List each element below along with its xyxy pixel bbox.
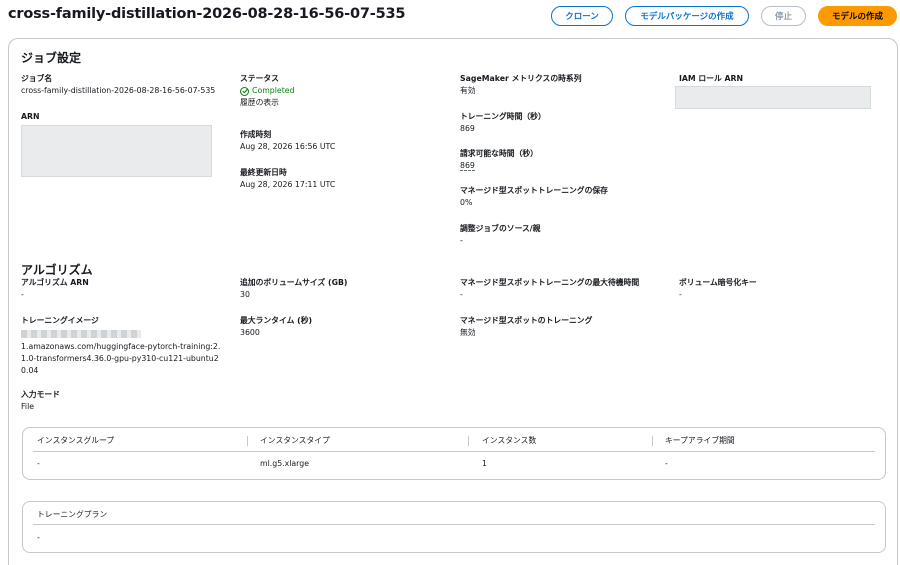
updated-label: 最終更新日時: [240, 168, 287, 177]
arn-field: ARN: [21, 111, 40, 123]
job-settings-title: ジョブ設定: [21, 51, 82, 65]
volume-key-value: -: [679, 290, 682, 299]
create-model-button[interactable]: モデルの作成: [818, 6, 897, 26]
algorithm-arn-field: アルゴリズム ARN -: [21, 277, 89, 301]
instance-group-header: インスタンスグループ: [37, 436, 115, 445]
instance-group-cell: -: [37, 459, 40, 468]
iam-role-redacted-value: [675, 86, 871, 109]
input-mode-field: 入力モード File: [21, 389, 60, 413]
table-header-divider: [33, 524, 875, 525]
status-value: Completed: [240, 85, 295, 97]
volume-size-value: 30: [240, 290, 250, 299]
algorithm-arn-label: アルゴリズム ARN: [21, 278, 89, 287]
instance-type-header: インスタンスタイプ: [260, 436, 330, 445]
column-divider: [468, 436, 469, 446]
max-runtime-value: 3600: [240, 328, 260, 337]
column-divider: [652, 436, 653, 446]
algorithm-title: アルゴリズム: [21, 263, 93, 277]
algorithm-arn-value: -: [21, 290, 24, 299]
arn-label: ARN: [21, 112, 40, 121]
metrics-field: SageMaker メトリクスの時系列 有効: [460, 73, 582, 97]
spot-savings-label: マネージド型スポットトレーニングの保存: [460, 186, 608, 195]
volume-size-label: 追加のボリュームサイズ (GB): [240, 278, 348, 287]
training-time-label: トレーニング時間（秒）: [460, 112, 546, 121]
instance-table: インスタンスグループ インスタンスタイプ インスタンス数 キープアライブ期間 -…: [22, 427, 886, 480]
billable-time-field: 請求可能な時間（秒） 869: [460, 148, 538, 172]
table-header-divider: [33, 451, 875, 452]
tuning-source-label: 調整ジョブのソース/親: [460, 224, 541, 233]
spot-wait-label: マネージド型スポットトレーニングの最大待機時間: [460, 278, 640, 287]
updated-value: Aug 28, 2026 17:11 UTC: [240, 180, 336, 189]
job-name-field: ジョブ名 cross-family-distillation-2026-08-2…: [21, 73, 215, 97]
spot-wait-value: -: [460, 290, 463, 299]
metrics-label: SageMaker メトリクスの時系列: [460, 74, 582, 83]
billable-time-value: 869: [460, 160, 538, 172]
created-label: 作成時刻: [240, 130, 272, 139]
training-image-field: トレーニングイメージ 1.amazonaws.com/huggingface-p…: [21, 315, 221, 377]
training-image-label: トレーニングイメージ: [21, 316, 99, 325]
tuning-source-field: 調整ジョブのソース/親 -: [460, 223, 540, 247]
billable-time-label: 請求可能な時間（秒）: [460, 149, 538, 158]
page-title: cross-family-distillation-2026-08-28-16-…: [8, 6, 406, 22]
iam-role-field: IAM ロール ARN: [679, 73, 743, 85]
clone-button[interactable]: クローン: [551, 6, 613, 26]
create-model-package-button[interactable]: モデルパッケージの作成: [625, 6, 749, 26]
instance-count-header: インスタンス数: [482, 436, 537, 445]
max-runtime-field: 最大ランタイム (秒) 3600: [240, 315, 312, 339]
training-image-value: 1.amazonaws.com/huggingface-pytorch-trai…: [21, 342, 221, 375]
instance-count-cell: 1: [482, 459, 487, 468]
training-plan-header: トレーニングプラン: [37, 510, 108, 519]
job-details-panel: ジョブ設定 ジョブ名 cross-family-distillation-202…: [8, 38, 898, 565]
billable-time-text: 869: [460, 161, 475, 171]
job-name-label: ジョブ名: [21, 74, 53, 83]
created-value: Aug 28, 2026 16:56 UTC: [240, 142, 336, 151]
keep-alive-cell: -: [665, 459, 668, 468]
tuning-source-value: -: [460, 236, 463, 245]
instance-type-cell: ml.g5.xlarge: [260, 459, 310, 468]
status-text: Completed: [252, 86, 295, 95]
spot-training-field: マネージド型スポットのトレーニング 無効: [460, 315, 592, 339]
spot-wait-field: マネージド型スポットトレーニングの最大待機時間 -: [460, 277, 639, 301]
check-circle-icon: [240, 86, 249, 96]
spot-training-label: マネージド型スポットのトレーニング: [460, 316, 593, 325]
column-divider: [247, 436, 248, 446]
training-time-field: トレーニング時間（秒） 869: [460, 111, 546, 135]
arn-redacted-value: [21, 125, 212, 177]
created-field: 作成時刻 Aug 28, 2026 16:56 UTC: [240, 129, 335, 153]
page-header: cross-family-distillation-2026-08-28-16-…: [8, 6, 898, 28]
history-link[interactable]: 履歴の表示: [240, 97, 295, 109]
training-time-value: 869: [460, 124, 475, 133]
volume-size-field: 追加のボリュームサイズ (GB) 30: [240, 277, 347, 301]
updated-field: 最終更新日時 Aug 28, 2026 17:11 UTC: [240, 167, 335, 191]
input-mode-value: File: [21, 402, 35, 411]
training-image-redacted: [21, 327, 221, 341]
metrics-value: 有効: [460, 86, 476, 95]
status-field: ステータス Completed 履歴の表示: [240, 73, 295, 109]
training-plan-cell: -: [37, 533, 40, 542]
max-runtime-label: 最大ランタイム (秒): [240, 316, 313, 325]
input-mode-label: 入力モード: [21, 390, 60, 399]
spot-savings-field: マネージド型スポットトレーニングの保存 0%: [460, 185, 608, 209]
volume-key-field: ボリューム暗号化キー -: [679, 277, 757, 301]
iam-role-label: IAM ロール ARN: [679, 74, 744, 83]
keep-alive-header: キープアライブ期間: [665, 436, 735, 445]
training-plan-table: トレーニングプラン -: [22, 501, 886, 553]
volume-key-label: ボリューム暗号化キー: [679, 278, 757, 287]
stop-button[interactable]: 停止: [761, 6, 806, 26]
spot-training-value: 無効: [460, 328, 476, 337]
spot-savings-value: 0%: [460, 198, 473, 207]
status-label: ステータス: [240, 74, 279, 83]
job-name-value: cross-family-distillation-2026-08-28-16-…: [21, 86, 216, 95]
